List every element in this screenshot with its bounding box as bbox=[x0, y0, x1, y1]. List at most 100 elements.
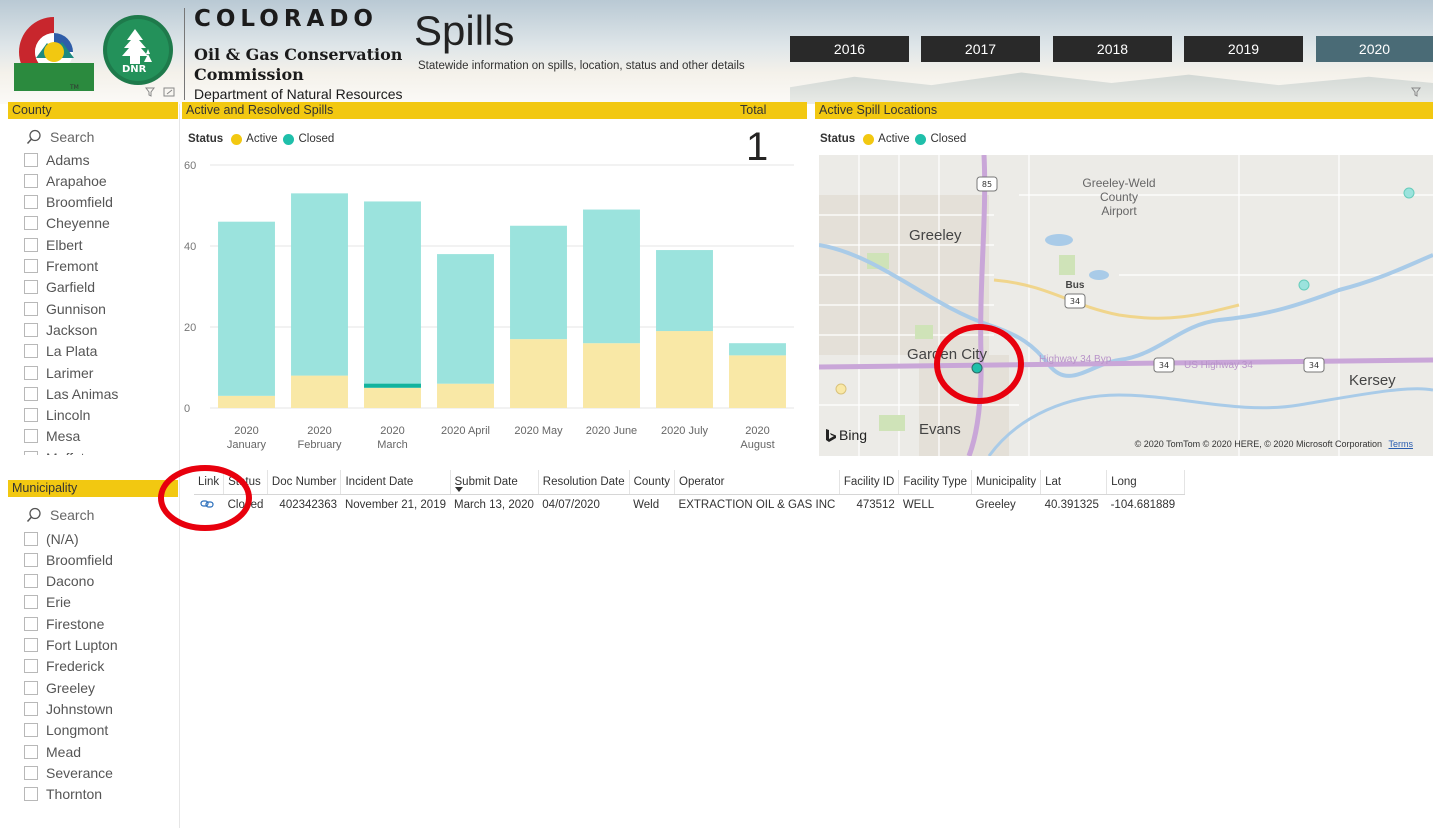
bar-closed[interactable] bbox=[218, 221, 275, 396]
checkbox[interactable] bbox=[24, 616, 38, 631]
county-slicer-item[interactable]: Cheyenne bbox=[24, 213, 110, 234]
municipality-slicer-item[interactable]: Severance bbox=[24, 762, 113, 783]
column-header-incident-date[interactable]: Incident Date bbox=[340, 470, 451, 495]
checkbox[interactable] bbox=[24, 386, 38, 401]
municipality-slicer-item[interactable]: Fort Lupton bbox=[24, 635, 118, 656]
map-legend-closed-label[interactable]: Closed bbox=[930, 133, 966, 145]
checkbox[interactable] bbox=[24, 301, 38, 316]
checkbox[interactable] bbox=[24, 259, 38, 273]
county-slicer-item[interactable]: Las Animas bbox=[24, 383, 118, 404]
checkbox[interactable] bbox=[24, 552, 38, 567]
checkbox[interactable] bbox=[24, 723, 38, 738]
legend-active-label[interactable]: Active bbox=[246, 133, 277, 145]
column-header-resolution-date[interactable]: Resolution Date bbox=[538, 470, 630, 495]
column-header-municipality[interactable]: Municipality bbox=[971, 470, 1042, 495]
bar-closed[interactable] bbox=[656, 250, 713, 332]
checkbox[interactable] bbox=[24, 531, 38, 546]
municipality-slicer-item[interactable]: Johnstown bbox=[24, 698, 113, 719]
checkbox[interactable] bbox=[24, 680, 38, 695]
county-slicer-item[interactable]: Arapahoe bbox=[24, 170, 107, 191]
spill-map[interactable]: 85 34 34 34 Greeley Garden City Evans Ke… bbox=[819, 155, 1433, 456]
county-slicer-item[interactable]: La Plata bbox=[24, 341, 97, 362]
checkbox[interactable] bbox=[24, 237, 38, 252]
column-header-lat[interactable]: Lat bbox=[1040, 470, 1108, 495]
municipality-slicer-item[interactable]: Broomfield bbox=[24, 549, 113, 570]
checkbox[interactable] bbox=[24, 638, 38, 652]
bar-highlight-selected[interactable] bbox=[364, 383, 421, 388]
municipality-slicer-item[interactable]: Greeley bbox=[24, 677, 95, 698]
bar-active[interactable] bbox=[656, 331, 713, 408]
year-button-2019[interactable]: 2019 bbox=[1184, 36, 1303, 62]
municipality-slicer-item[interactable]: (N/A) bbox=[24, 528, 79, 549]
terms-link[interactable]: Terms bbox=[1389, 439, 1414, 449]
municipality-slicer-item[interactable]: Longmont bbox=[24, 720, 108, 741]
column-header-long[interactable]: Long bbox=[1106, 470, 1186, 495]
checkbox[interactable] bbox=[24, 787, 38, 802]
checkbox[interactable] bbox=[24, 450, 38, 455]
county-slicer-item[interactable]: Jackson bbox=[24, 319, 97, 340]
year-button-2017[interactable]: 2017 bbox=[921, 36, 1040, 62]
checkbox[interactable] bbox=[24, 322, 38, 337]
municipality-slicer-item[interactable]: Dacono bbox=[24, 571, 94, 592]
county-slicer-item[interactable]: Garfield bbox=[24, 277, 95, 298]
column-header-facility-id[interactable]: Facility ID bbox=[839, 470, 900, 495]
bar-active[interactable] bbox=[729, 355, 786, 408]
municipality-slicer-item[interactable]: Erie bbox=[24, 592, 71, 613]
checkbox[interactable] bbox=[24, 595, 38, 610]
county-slicer-item[interactable]: Lincoln bbox=[24, 405, 90, 426]
checkbox[interactable] bbox=[24, 408, 38, 423]
checkbox[interactable] bbox=[24, 216, 38, 231]
checkbox[interactable] bbox=[24, 574, 38, 589]
year-button-2020[interactable]: 2020 bbox=[1316, 36, 1433, 62]
year-button-2018[interactable]: 2018 bbox=[1053, 36, 1172, 62]
column-header-doc-number[interactable]: Doc Number bbox=[267, 470, 342, 495]
spill-point-selected[interactable] bbox=[971, 362, 983, 374]
bar-active[interactable] bbox=[510, 339, 567, 408]
checkbox[interactable] bbox=[24, 344, 38, 359]
municipality-slicer-item[interactable]: Firestone bbox=[24, 613, 104, 634]
spill-point[interactable] bbox=[1403, 187, 1415, 199]
county-slicer-item[interactable]: Adams bbox=[24, 149, 90, 170]
bar-active[interactable] bbox=[364, 387, 421, 408]
column-header-county[interactable]: County bbox=[629, 470, 676, 495]
county-slicer-item[interactable]: Fremont bbox=[24, 256, 98, 277]
county-slicer-item[interactable]: Moffat bbox=[24, 447, 85, 455]
bar-closed[interactable] bbox=[364, 201, 421, 388]
spill-point[interactable] bbox=[1298, 279, 1310, 291]
filter-icon[interactable] bbox=[1411, 87, 1421, 97]
bar-active[interactable] bbox=[437, 383, 494, 408]
checkbox[interactable] bbox=[24, 659, 38, 674]
municipality-slicer-item[interactable]: Mead bbox=[24, 741, 81, 762]
legend-closed-label[interactable]: Closed bbox=[298, 133, 334, 145]
bar-active[interactable] bbox=[218, 395, 275, 408]
table-row[interactable]: Closed 402342363 November 21, 2019 March… bbox=[194, 494, 1185, 516]
county-slicer-item[interactable]: Elbert bbox=[24, 234, 83, 255]
filter-icon[interactable] bbox=[145, 87, 155, 97]
checkbox[interactable] bbox=[24, 701, 38, 716]
focus-mode-icon[interactable] bbox=[163, 87, 175, 97]
county-search[interactable]: Search bbox=[26, 129, 94, 145]
bar-closed[interactable] bbox=[729, 343, 786, 356]
spill-point[interactable] bbox=[835, 383, 847, 395]
map-legend-active-label[interactable]: Active bbox=[878, 133, 909, 145]
bar-closed[interactable] bbox=[437, 254, 494, 384]
checkbox[interactable] bbox=[24, 365, 38, 380]
bar-closed[interactable] bbox=[510, 225, 567, 340]
municipality-search[interactable]: Search bbox=[26, 507, 94, 523]
checkbox[interactable] bbox=[24, 173, 38, 188]
municipality-slicer-item[interactable]: Thornton bbox=[24, 784, 102, 805]
column-header-submit-date[interactable]: Submit Date bbox=[450, 470, 539, 495]
checkbox[interactable] bbox=[24, 429, 38, 444]
bar-closed[interactable] bbox=[583, 209, 640, 344]
county-slicer-item[interactable]: Broomfield bbox=[24, 192, 113, 213]
column-header-facility-type[interactable]: Facility Type bbox=[898, 470, 973, 495]
bar-closed[interactable] bbox=[291, 193, 348, 376]
checkbox[interactable] bbox=[24, 744, 38, 759]
year-button-2016[interactable]: 2016 bbox=[790, 36, 909, 62]
bar-active[interactable] bbox=[583, 343, 640, 408]
county-slicer-item[interactable]: Gunnison bbox=[24, 298, 106, 319]
county-slicer-item[interactable]: Larimer bbox=[24, 362, 93, 383]
county-slicer-item[interactable]: Mesa bbox=[24, 426, 80, 447]
column-header-operator[interactable]: Operator bbox=[674, 470, 840, 495]
bar-active[interactable] bbox=[291, 375, 348, 408]
